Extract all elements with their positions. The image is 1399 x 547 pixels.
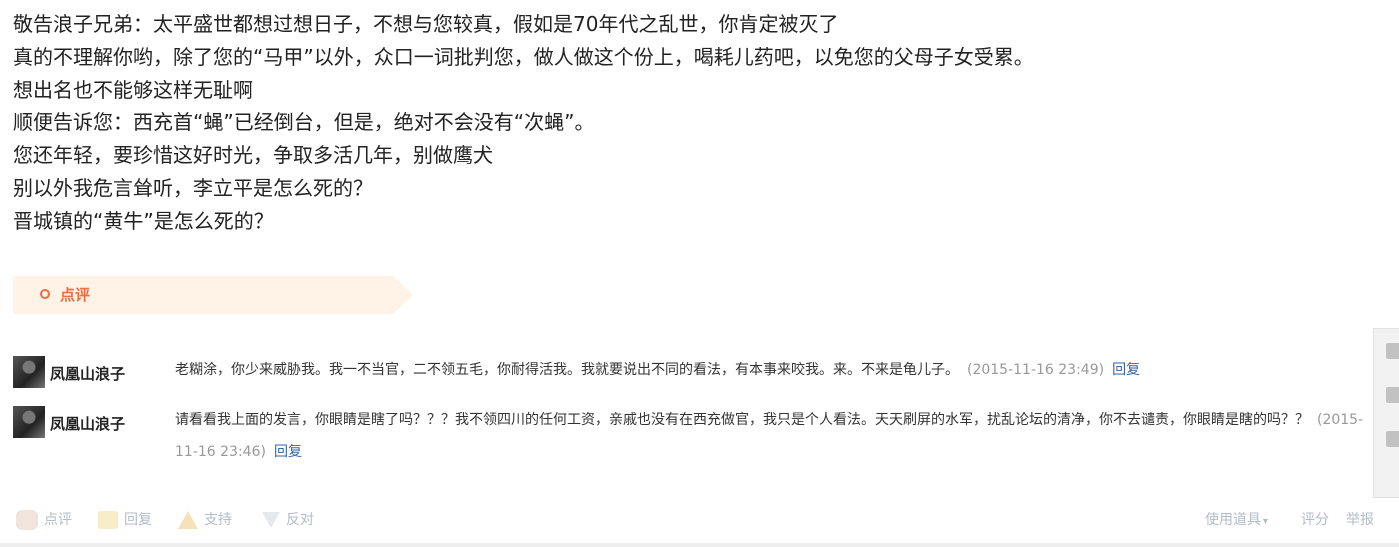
dianping-circle-icon xyxy=(40,289,50,299)
dianping-label: 点评 xyxy=(44,512,72,528)
comment-username[interactable]: 凤凰山浪子 xyxy=(50,363,125,384)
report-label: 举报 xyxy=(1346,512,1374,528)
favorite-button[interactable] xyxy=(1374,421,1399,461)
comment-username[interactable]: 凤凰山浪子 xyxy=(50,413,125,434)
dianping-icon xyxy=(16,510,38,530)
share-icon xyxy=(1386,387,1399,403)
comment-text: 请看看我上面的发言，你眼睛是瞎了吗？？？我不领四川的任何工资，亲戚也没有在西充做… xyxy=(175,412,1309,428)
dianping-section-header: 点评 xyxy=(13,276,413,314)
use-tools-label: 使用道具 xyxy=(1205,512,1261,528)
oppose-label: 反对 xyxy=(286,512,314,528)
comment-body: 老糊涂，你少来威胁我。我一不当官，二不领五毛，你耐得活我。我就要说出不同的看法，… xyxy=(175,354,1370,386)
report-button[interactable]: 举报 xyxy=(1346,505,1374,535)
bottom-divider xyxy=(0,543,1399,547)
dianping-title: 点评 xyxy=(60,286,91,304)
post-line: 别以外我危言耸听，李立平是怎么死的？ xyxy=(13,175,373,200)
rate-label: 评分 xyxy=(1301,512,1329,528)
use-tools-button[interactable]: 使用道具 ▾ xyxy=(1205,505,1268,535)
reply-button[interactable]: 回复 xyxy=(98,505,152,535)
support-button[interactable]: 支持 xyxy=(178,505,232,535)
side-toolbar xyxy=(1373,328,1399,498)
comment-body: 请看看我上面的发言，你眼睛是瞎了吗？？？我不领四川的任何工资，亲戚也没有在西充做… xyxy=(175,404,1370,468)
thumb-up-icon xyxy=(178,511,198,529)
qrcode-icon xyxy=(1386,343,1399,359)
reply-icon xyxy=(98,511,118,529)
comment-timestamp: (2015-11-16 23:49) xyxy=(967,362,1105,378)
oppose-button[interactable]: 反对 xyxy=(262,505,314,535)
favorite-icon xyxy=(1386,431,1399,447)
post-line: 晋城镇的“黄牛”是怎么死的？ xyxy=(13,208,274,233)
comment-reply-link[interactable]: 回复 xyxy=(1112,362,1140,378)
rate-button[interactable]: 评分 xyxy=(1301,505,1329,535)
post-body: 敬告浪子兄弟：太平盛世都想过想日子，不想与您较真，假如是70年代之乱世，你肯定被… xyxy=(13,8,1034,238)
thumb-down-icon xyxy=(262,512,280,528)
share-button[interactable] xyxy=(1374,377,1399,417)
avatar[interactable] xyxy=(13,356,45,388)
avatar[interactable] xyxy=(13,406,45,438)
comment-text: 老糊涂，你少来威胁我。我一不当官，二不领五毛，你耐得活我。我就要说出不同的看法，… xyxy=(175,362,959,378)
comment-reply-link[interactable]: 回复 xyxy=(274,444,302,460)
post-line: 顺便告诉您：西充首“蝇”已经倒台，但是，绝对不会没有“次蝇”。 xyxy=(13,110,595,135)
post-line: 敬告浪子兄弟：太平盛世都想过想日子，不想与您较真，假如是70年代之乱世，你肯定被… xyxy=(13,12,839,36)
post-line: 真的不理解你哟，除了您的“马甲”以外，众口一词批判您，做人做这个份上，喝耗儿药吧… xyxy=(13,44,1034,69)
reply-label: 回复 xyxy=(124,512,152,528)
dropdown-caret-icon: ▾ xyxy=(1263,516,1269,527)
post-line: 想出名也不能够这样无耻啊 xyxy=(13,77,253,102)
post-action-bar: 点评 回复 支持 反对 使用道具 ▾ 评分 举报 xyxy=(0,505,1399,535)
dianping-button[interactable]: 点评 xyxy=(16,505,72,535)
post-line: 您还年轻，要珍惜这好时光，争取多活几年，别做鹰犬 xyxy=(13,143,493,168)
qrcode-button[interactable] xyxy=(1374,333,1399,373)
support-label: 支持 xyxy=(204,512,232,528)
